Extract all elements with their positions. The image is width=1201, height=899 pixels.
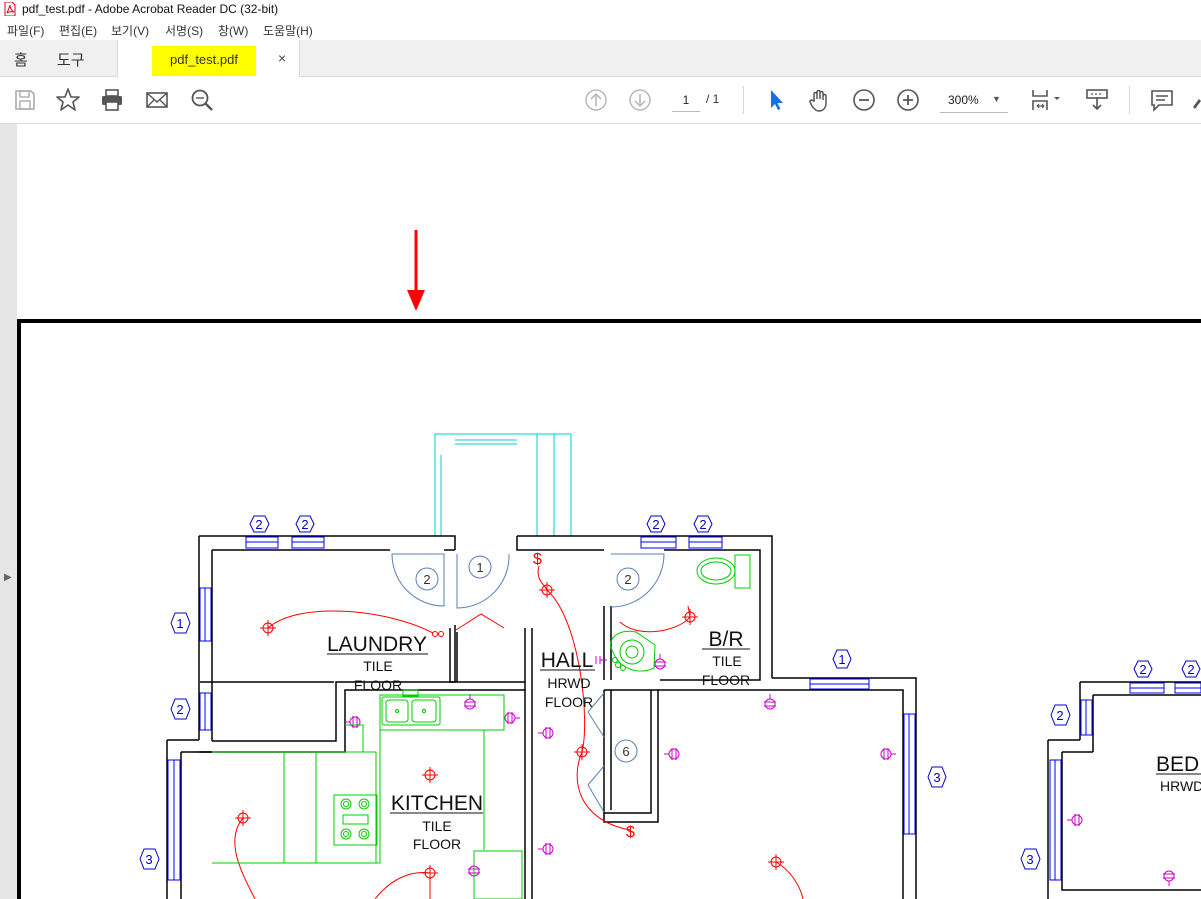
menu-window[interactable]: 창(W) bbox=[218, 22, 248, 39]
svg-text:2: 2 bbox=[624, 572, 631, 587]
svg-text:1: 1 bbox=[838, 652, 845, 667]
document-tab-label[interactable]: pdf_test.pdf bbox=[152, 46, 256, 76]
menu-bar: 파일(F) 편집(E) 보기(V) 서명(S) 창(W) 도움말(H) bbox=[0, 19, 1201, 40]
svg-text:FLOOR: FLOOR bbox=[354, 677, 402, 693]
zoom-out-icon[interactable] bbox=[851, 87, 877, 113]
hand-icon[interactable] bbox=[807, 87, 833, 113]
menu-file[interactable]: 파일(F) bbox=[7, 22, 44, 39]
save-icon[interactable] bbox=[12, 87, 38, 113]
svg-text:FLOOR: FLOOR bbox=[545, 694, 593, 710]
zoom-in-icon[interactable] bbox=[895, 87, 921, 113]
room-bathroom: B/R bbox=[708, 628, 743, 651]
left-pane-collapsed[interactable]: ▶ bbox=[0, 124, 17, 899]
zoom-select[interactable]: 300% ▼ bbox=[940, 90, 1008, 113]
room-bedroom: BED bbox=[1156, 753, 1199, 776]
toolbar: 1 / 1 300% ▼ bbox=[0, 77, 1201, 124]
svg-text:3: 3 bbox=[1026, 852, 1033, 867]
room-kitchen: KITCHEN bbox=[391, 792, 483, 815]
svg-text:HRWD: HRWD bbox=[547, 675, 590, 691]
document-view[interactable]: 2 2 2 2 1 2 3 1 3 2 2 2 3 2 1 2 6 $ $ LA… bbox=[17, 124, 1201, 899]
acrobat-pdf-icon bbox=[4, 2, 16, 16]
star-icon[interactable] bbox=[55, 87, 81, 113]
svg-text:$: $ bbox=[533, 551, 542, 568]
title-bar: pdf_test.pdf - Adobe Acrobat Reader DC (… bbox=[0, 0, 1201, 19]
menu-edit[interactable]: 편집(E) bbox=[59, 22, 97, 39]
svg-text:$: $ bbox=[626, 824, 635, 841]
floor-plan-drawing: 2 2 2 2 1 2 3 1 3 2 2 2 3 2 1 2 6 $ $ LA… bbox=[17, 230, 1201, 899]
svg-text:3: 3 bbox=[933, 770, 940, 785]
menu-view[interactable]: 보기(V) bbox=[111, 22, 149, 39]
svg-text:2: 2 bbox=[699, 517, 706, 532]
svg-text:2: 2 bbox=[1187, 662, 1194, 677]
page-total: / 1 bbox=[706, 92, 720, 106]
walls bbox=[166, 535, 1201, 899]
page-number-input[interactable]: 1 bbox=[672, 89, 700, 112]
svg-text:HRWD: HRWD bbox=[1160, 778, 1201, 794]
fixtures bbox=[212, 554, 751, 899]
room-hall: HALL bbox=[541, 649, 594, 672]
close-tab-button[interactable]: × bbox=[278, 50, 286, 66]
prev-page-icon[interactable] bbox=[583, 87, 609, 113]
select-pointer-icon[interactable] bbox=[763, 87, 789, 113]
expand-pane-icon[interactable]: ▶ bbox=[4, 572, 12, 583]
svg-text:2: 2 bbox=[255, 517, 262, 532]
zoom-value: 300% bbox=[948, 93, 979, 107]
svg-text:2: 2 bbox=[1056, 708, 1063, 723]
page-display-icon[interactable] bbox=[1030, 87, 1066, 113]
tab-bar: 홈 도구 pdf_test.pdf × bbox=[0, 40, 1201, 77]
email-icon[interactable] bbox=[144, 87, 170, 113]
scroll-mode-icon[interactable] bbox=[1084, 87, 1110, 113]
svg-text:1: 1 bbox=[176, 616, 183, 631]
toolbar-divider bbox=[1129, 86, 1130, 114]
svg-text:2: 2 bbox=[176, 702, 183, 717]
svg-text:3: 3 bbox=[145, 852, 152, 867]
draw-icon[interactable] bbox=[1191, 87, 1201, 113]
toolbar-divider bbox=[743, 86, 744, 114]
tags bbox=[139, 515, 1201, 870]
svg-text:1: 1 bbox=[476, 560, 483, 575]
doors bbox=[391, 553, 665, 813]
tag-labels: 2 2 2 2 1 2 3 1 3 2 2 2 3 bbox=[145, 517, 1194, 867]
chevron-down-icon: ▼ bbox=[992, 94, 1001, 104]
next-page-icon[interactable] bbox=[627, 87, 653, 113]
svg-text:TILE: TILE bbox=[712, 653, 742, 669]
menu-help[interactable]: 도움말(H) bbox=[263, 22, 313, 39]
svg-text:2: 2 bbox=[652, 517, 659, 532]
windows bbox=[167, 536, 1201, 881]
light-fixtures bbox=[235, 582, 784, 881]
svg-text:6: 6 bbox=[622, 744, 629, 759]
window-title: pdf_test.pdf - Adobe Acrobat Reader DC (… bbox=[22, 2, 279, 16]
svg-text:FLOOR: FLOOR bbox=[702, 672, 750, 688]
electrical-wiring bbox=[234, 565, 804, 899]
room-laundry: LAUNDRY bbox=[327, 633, 427, 656]
svg-text:2: 2 bbox=[423, 572, 430, 587]
svg-text:TILE: TILE bbox=[363, 658, 393, 674]
svg-text:2: 2 bbox=[301, 517, 308, 532]
find-icon[interactable] bbox=[189, 87, 215, 113]
stairs bbox=[434, 433, 572, 536]
tab-document[interactable]: pdf_test.pdf × bbox=[117, 40, 300, 77]
print-icon[interactable] bbox=[99, 87, 125, 113]
svg-text:FLOOR: FLOOR bbox=[413, 836, 461, 852]
red-arrow-icon bbox=[407, 230, 425, 311]
svg-text:TILE: TILE bbox=[422, 818, 452, 834]
tab-tools[interactable]: 도구 bbox=[57, 49, 85, 70]
svg-text:2: 2 bbox=[1139, 662, 1146, 677]
comment-icon[interactable] bbox=[1149, 87, 1175, 113]
menu-sign[interactable]: 서명(S) bbox=[165, 22, 203, 39]
tab-home[interactable]: 홈 bbox=[14, 49, 28, 70]
